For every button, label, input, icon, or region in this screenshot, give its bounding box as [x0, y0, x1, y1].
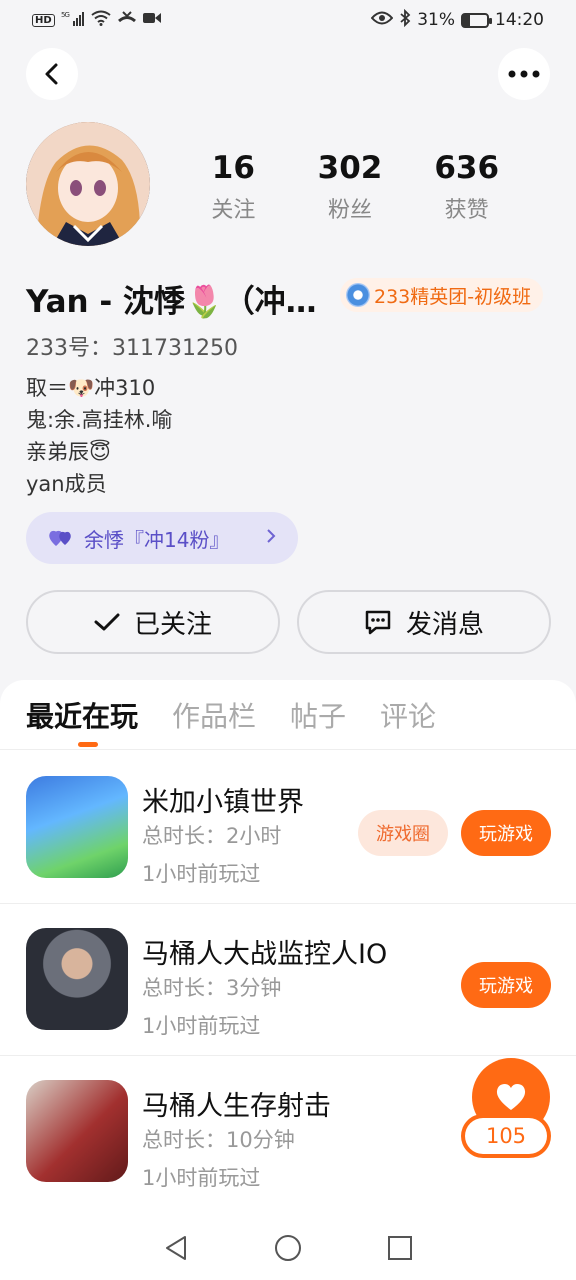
profile-tabs: 最近在玩 作品栏 帖子 评论	[0, 680, 576, 750]
chevron-left-icon	[45, 63, 58, 85]
badge-medal-icon	[346, 283, 370, 307]
avatar[interactable]	[26, 122, 150, 246]
nav-back-icon[interactable]	[163, 1234, 189, 1262]
tab-comments[interactable]: 评论	[380, 695, 436, 735]
play-game-button[interactable]: 玩游戏	[461, 962, 551, 1008]
bio-line: yan成员	[26, 472, 107, 496]
game-duration: 总时长：2小时	[142, 824, 282, 848]
battery-percent: 31%	[417, 10, 455, 30]
game-icon[interactable]	[26, 776, 128, 878]
game-list-item[interactable]: 马桶人大战监控人IO 总时长：3分钟 1小时前玩过 玩游戏	[0, 904, 576, 1056]
game-title: 马桶人大战监控人IO	[142, 939, 388, 970]
stat-following-label: 关注	[211, 198, 256, 223]
missed-call-icon	[117, 10, 137, 31]
game-last-played: 1小时前玩过	[142, 1166, 261, 1190]
stat-followers-label: 粉丝	[328, 198, 373, 223]
play-game-button[interactable]: 玩游戏	[461, 810, 551, 856]
check-icon	[94, 613, 120, 631]
status-left: HD 5G	[32, 10, 161, 31]
game-duration: 总时长：3分钟	[142, 976, 282, 1000]
followed-button-label: 已关注	[133, 609, 212, 640]
stat-likes[interactable]: 636 获赞	[408, 150, 525, 224]
battery-fill	[463, 14, 471, 26]
heart-icon	[496, 1084, 526, 1110]
game-duration: 总时长：10分钟	[142, 1128, 295, 1152]
user-id: 233号：311731250	[26, 336, 238, 361]
bio-line: 鬼:余.高挂林.喻	[26, 408, 173, 432]
nav-recents-icon[interactable]	[387, 1235, 413, 1261]
followed-button[interactable]: 已关注	[26, 590, 280, 654]
profile-stats: 16 关注 302 粉丝 636 获赞	[175, 150, 525, 224]
video-recording-icon	[142, 10, 161, 30]
wifi-icon	[91, 10, 111, 31]
stat-following[interactable]: 16 关注	[175, 150, 292, 224]
stat-followers[interactable]: 302 粉丝	[292, 150, 409, 224]
game-title: 米加小镇世界	[142, 787, 304, 818]
chevron-right-icon	[266, 528, 276, 549]
game-circle-button[interactable]: 游戏圈	[358, 810, 448, 856]
system-navigation-bar	[0, 1216, 576, 1280]
active-tab-indicator	[78, 742, 98, 747]
group-badge[interactable]: 233精英团-初级班	[340, 278, 544, 312]
cellular-signal-icon: 5G	[61, 10, 85, 30]
svg-text:5G: 5G	[61, 11, 69, 19]
fan-group-chip[interactable]: 余悸『冲14粉』	[26, 512, 298, 564]
fan-group-label: 余悸『冲14粉』	[84, 527, 230, 552]
game-title: 马桶人生存射击	[142, 1091, 331, 1122]
game-last-played: 1小时前玩过	[142, 862, 261, 886]
stat-likes-label: 获赞	[444, 198, 489, 223]
clock: 14:20	[495, 10, 544, 30]
stat-following-value: 16	[211, 150, 255, 186]
bio-line: 亲弟辰😇	[26, 440, 111, 464]
tab-posts[interactable]: 帖子	[290, 695, 346, 735]
send-message-label: 发消息	[405, 609, 484, 640]
game-last-played: 1小时前玩过	[142, 1014, 261, 1038]
stat-followers-value: 302	[317, 150, 383, 186]
hd-indicator: HD	[32, 13, 55, 27]
bluetooth-icon	[399, 8, 411, 32]
status-bar: HD 5G 31% 14:20	[0, 0, 576, 40]
like-count-badge: 105	[461, 1114, 551, 1158]
avatar-illustration	[26, 122, 150, 246]
user-bio: 取＝🐶冲310 鬼:余.高挂林.喻 亲弟辰😇 yan成员	[26, 372, 172, 500]
status-right: 31% 14:20	[370, 8, 544, 32]
more-dots-icon	[508, 70, 540, 78]
group-badge-label: 233精英团-初级班	[374, 285, 532, 308]
game-list-item[interactable]: 米加小镇世界 总时长：2小时 1小时前玩过 游戏圈 玩游戏	[0, 752, 576, 904]
back-button[interactable]	[26, 48, 78, 100]
battery-icon	[461, 12, 492, 28]
chat-bubble-icon	[365, 610, 391, 635]
nav-home-icon[interactable]	[274, 1234, 302, 1262]
game-icon[interactable]	[26, 928, 128, 1030]
tab-works[interactable]: 作品栏	[172, 695, 256, 735]
double-heart-icon	[49, 530, 71, 546]
like-count: 105	[465, 1118, 547, 1154]
send-message-button[interactable]: 发消息	[297, 590, 551, 654]
more-options-button[interactable]	[498, 48, 550, 100]
user-name: Yan - 沈悸🌷（冲…	[26, 284, 317, 320]
tab-recently-played[interactable]: 最近在玩	[26, 695, 138, 735]
bio-line: 取＝🐶冲310	[26, 376, 156, 400]
eye-icon	[370, 10, 394, 30]
game-icon[interactable]	[26, 1080, 128, 1182]
stat-likes-value: 636	[434, 150, 500, 186]
